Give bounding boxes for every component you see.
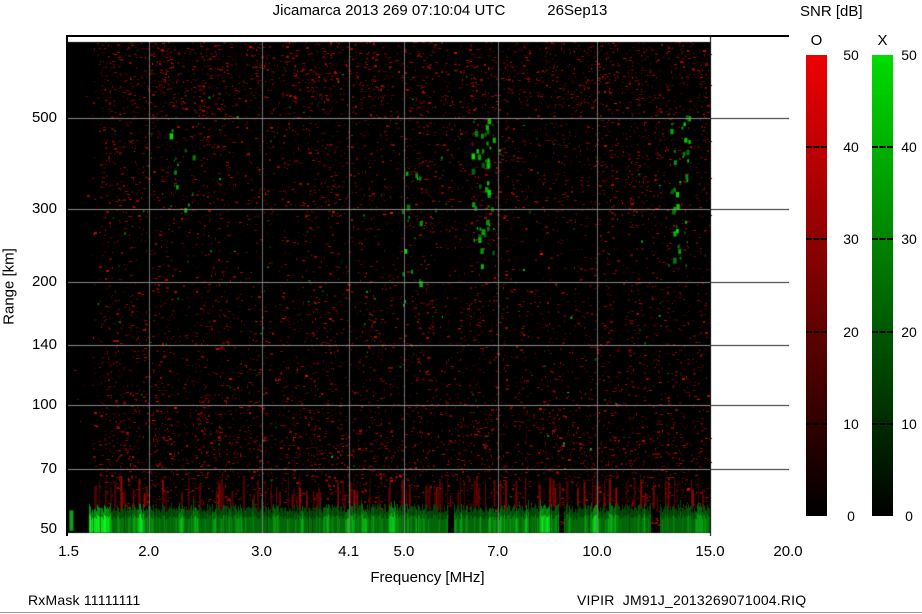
- bottom-edge-line: [0, 612, 922, 613]
- y-tick-label: 140: [0, 336, 57, 354]
- colorbar-dash-tick: [806, 331, 827, 333]
- plot-title: Jicamarca 2013 269 07:10:04 UTC 26Sep13: [90, 2, 790, 19]
- y-tick-label: 500: [0, 109, 57, 127]
- x-tick-label: 15.0: [682, 543, 738, 560]
- x-colorbar-tick-label: 10: [892, 416, 922, 432]
- colorbar-dash-tick: [872, 238, 893, 240]
- colorbar-dash-tick: [806, 238, 827, 240]
- colorbar-dash-tick: [872, 331, 893, 333]
- x-colorbar-tick-label: 40: [892, 139, 922, 155]
- colorbar-dash-tick: [806, 423, 827, 425]
- o-mode-colorbar: [806, 55, 827, 516]
- o-mode-label: O: [806, 32, 827, 49]
- o-colorbar-tick-label: 20: [834, 324, 868, 340]
- x-tick-label: 4.1: [321, 543, 377, 560]
- x-colorbar-tick-label: 20: [892, 324, 922, 340]
- x-tick-label: 3.0: [234, 543, 290, 560]
- x-colorbar-tick-label: 50: [892, 47, 922, 63]
- ionogram-page: Jicamarca 2013 269 07:10:04 UTC 26Sep13 …: [0, 0, 922, 614]
- ionogram-canvas: [68, 37, 789, 536]
- y-tick-label: 300: [0, 200, 57, 218]
- x-axis-title: Frequency [MHz]: [66, 569, 789, 586]
- file-id-label: VIPIR JM91J_2013269071004.RIQ: [577, 592, 806, 608]
- snr-colorbar-title: SNR [dB]: [800, 3, 920, 20]
- x-mode-label: X: [872, 32, 893, 49]
- x-tick-label: 5.0: [376, 543, 432, 560]
- x-tick-label: 7.0: [470, 543, 526, 560]
- x-colorbar-tick-label: 0: [892, 508, 922, 524]
- o-colorbar-tick-label: 50: [834, 47, 868, 63]
- x-colorbar-tick-label: 30: [892, 231, 922, 247]
- x-tick-label: 20.0: [760, 543, 816, 560]
- title-date: 26Sep13: [547, 2, 607, 19]
- title-station-time: Jicamarca 2013 269 07:10:04 UTC: [273, 2, 506, 19]
- y-tick-label: 50: [0, 520, 57, 538]
- x-mode-colorbar: [872, 55, 893, 516]
- y-tick-label: 70: [0, 460, 57, 478]
- rx-mask-label: RxMask 11111111: [28, 592, 140, 608]
- colorbar-dash-tick: [872, 423, 893, 425]
- x-tick-label: 1.5: [41, 543, 97, 560]
- o-colorbar-tick-label: 0: [834, 508, 868, 524]
- y-tick-label: 200: [0, 273, 57, 291]
- o-colorbar-tick-label: 10: [834, 416, 868, 432]
- x-tick-label: 10.0: [569, 543, 625, 560]
- o-colorbar-tick-label: 30: [834, 231, 868, 247]
- o-colorbar-tick-label: 40: [834, 139, 868, 155]
- colorbar-dash-tick: [872, 146, 893, 148]
- colorbar-dash-tick: [806, 146, 827, 148]
- y-tick-label: 100: [0, 396, 57, 414]
- x-tick-label: 2.0: [121, 543, 177, 560]
